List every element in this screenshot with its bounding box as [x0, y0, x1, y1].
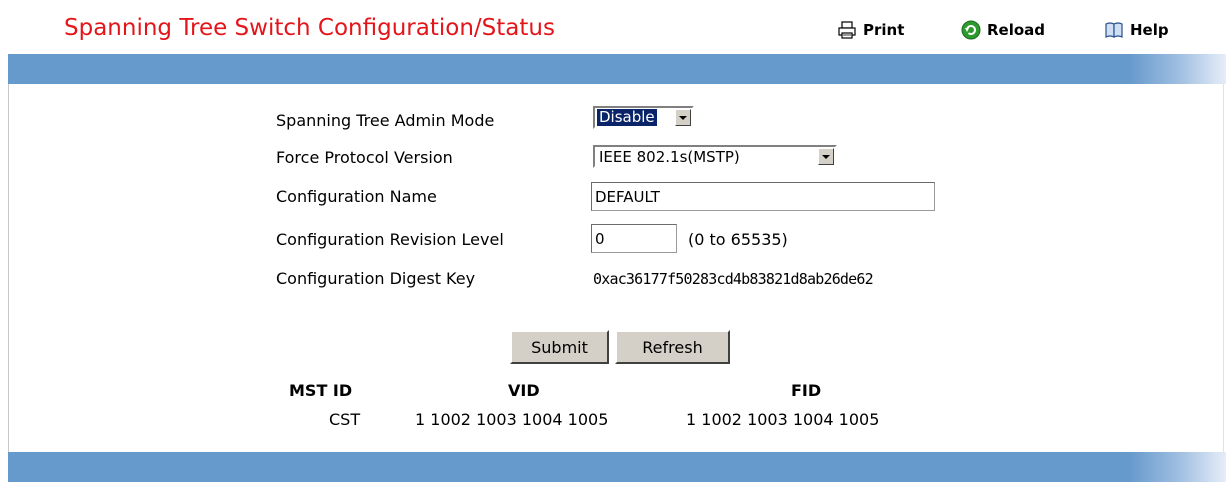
column-header-mst-id: MST ID: [289, 381, 353, 400]
force-protocol-label: Force Protocol Version: [276, 148, 453, 167]
submit-button[interactable]: Submit: [510, 330, 609, 364]
reload-link[interactable]: Reload: [961, 19, 1045, 41]
force-protocol-select[interactable]: IEEE 802.1s(MSTP): [593, 145, 837, 168]
print-label: Print: [863, 21, 905, 39]
reload-icon: [961, 20, 981, 40]
admin-mode-label: Spanning Tree Admin Mode: [276, 111, 495, 130]
refresh-button[interactable]: Refresh: [615, 330, 730, 364]
column-header-vid: VID: [508, 381, 540, 400]
footer-band: [8, 452, 1226, 482]
config-name-input[interactable]: [591, 182, 935, 211]
page-title: Spanning Tree Switch Configuration/Statu…: [64, 15, 555, 41]
content-frame: [8, 84, 1224, 452]
digest-key-value: 0xac36177f50283cd4b83821d8ab26de62: [593, 270, 874, 288]
chevron-down-icon[interactable]: [675, 109, 691, 126]
help-book-icon: [1105, 22, 1123, 38]
help-link[interactable]: Help: [1104, 19, 1169, 41]
cell-vid: 1 1002 1003 1004 1005: [415, 410, 609, 429]
revision-level-label: Configuration Revision Level: [276, 230, 504, 249]
force-protocol-value: IEEE 802.1s(MSTP): [599, 147, 740, 166]
printer-icon: [838, 21, 856, 39]
reload-label: Reload: [987, 21, 1046, 39]
print-link[interactable]: Print: [837, 19, 904, 41]
revision-range-hint: (0 to 65535): [688, 230, 788, 249]
page: Spanning Tree Switch Configuration/Statu…: [0, 0, 1226, 482]
column-header-fid: FID: [791, 381, 822, 400]
help-label: Help: [1130, 21, 1169, 39]
cell-fid: 1 1002 1003 1004 1005: [686, 410, 880, 429]
revision-level-input[interactable]: [591, 224, 677, 253]
digest-key-label: Configuration Digest Key: [276, 269, 476, 288]
header-band: [8, 54, 1226, 84]
config-name-label: Configuration Name: [276, 187, 437, 206]
admin-mode-select[interactable]: Disable: [593, 106, 694, 129]
admin-mode-value: Disable: [597, 108, 657, 126]
chevron-down-icon[interactable]: [818, 148, 834, 165]
cell-mst-id: CST: [329, 410, 361, 429]
